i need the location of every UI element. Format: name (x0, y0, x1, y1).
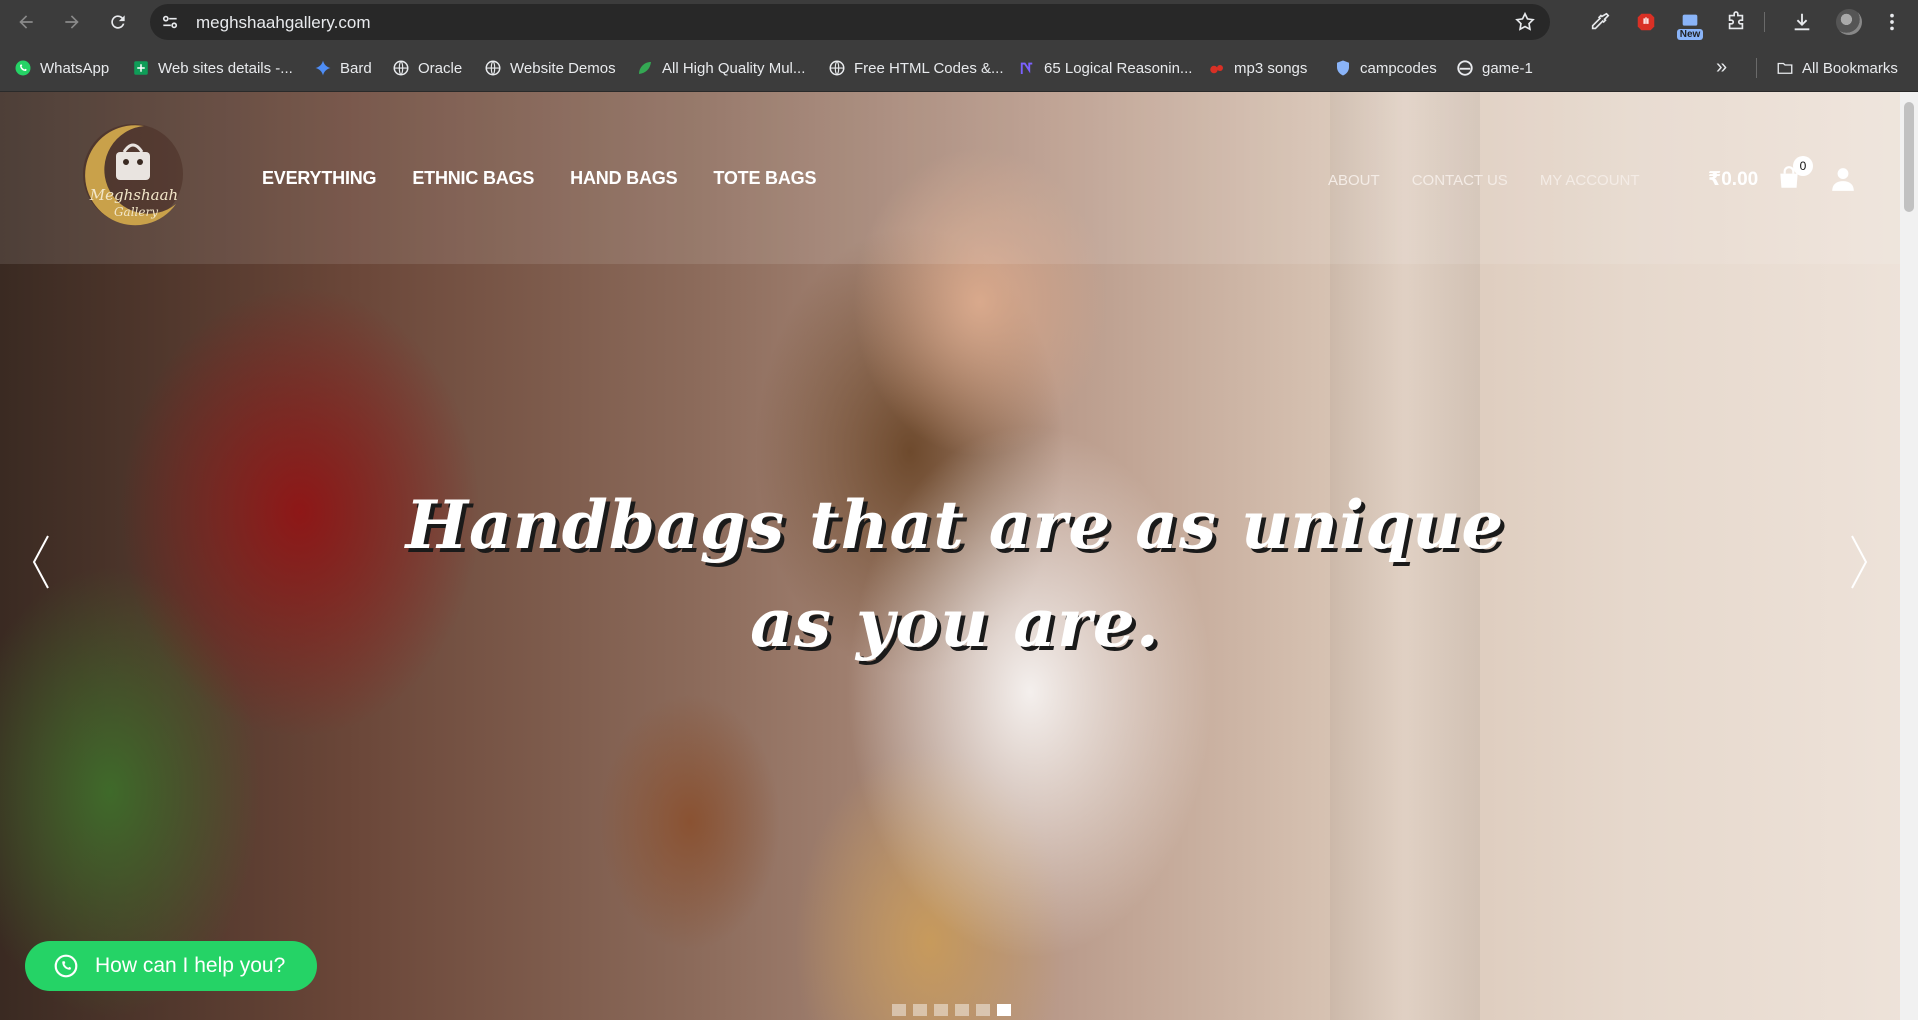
kebab-menu-icon (1890, 13, 1894, 31)
music-icon (1208, 59, 1226, 77)
bookmark-label: campcodes (1360, 59, 1437, 77)
leaf-icon (636, 59, 654, 77)
svg-text:Meghshaah: Meghshaah (89, 186, 178, 204)
bookmarks-bar: WhatsApp Web sites details -... Bard Ora… (0, 44, 1918, 92)
site-info-icon[interactable] (160, 12, 180, 32)
slider-dot[interactable] (976, 1004, 990, 1016)
slider-dot[interactable] (913, 1004, 927, 1016)
bookmark-label: Oracle (418, 59, 463, 77)
whatsapp-icon (54, 954, 78, 978)
bookmark-label: Free HTML Codes &... (854, 59, 1004, 77)
bookmark-label: Website Demos (510, 59, 616, 77)
whatsapp-icon (14, 59, 32, 77)
bookmark-mp3-songs[interactable]: mp3 songs (1208, 56, 1307, 80)
adblock-extension[interactable] (1632, 8, 1660, 36)
bookmark-all-high-quality[interactable]: All High Quality Mul... (636, 56, 805, 80)
hero-caption: Handbags that are as unique as you are. (400, 476, 1510, 672)
profile-avatar[interactable] (1836, 9, 1862, 35)
cart-count-badge: 0 (1793, 156, 1813, 176)
bookmark-campcodes[interactable]: campcodes (1334, 56, 1437, 80)
slider-pagination (892, 1004, 1011, 1016)
folder-icon (1776, 59, 1794, 77)
eyedropper-icon (1591, 12, 1610, 30)
reload-button[interactable] (102, 6, 134, 38)
arrow-left-icon (19, 15, 33, 29)
arrow-right-icon (65, 15, 79, 29)
scrollbar-thumb[interactable] (1904, 102, 1914, 212)
bookmark-label: Web sites details -... (158, 59, 293, 77)
user-account-icon[interactable] (1830, 166, 1856, 192)
nav-ethnic-bags[interactable]: ETHNIC BAGS (412, 168, 534, 189)
more-bookmarks-button[interactable]: » (1716, 56, 1727, 79)
bookmark-free-html-codes[interactable]: Free HTML Codes &... (828, 56, 1004, 80)
extensions-button[interactable] (1722, 8, 1750, 36)
all-bookmarks-button[interactable]: All Bookmarks (1776, 56, 1898, 80)
bard-icon (314, 59, 332, 77)
bookmark-label: 65 Logical Reasonin... (1044, 59, 1193, 77)
star-icon[interactable] (1514, 11, 1536, 33)
eyedropper-extension[interactable] (1586, 8, 1614, 36)
downloads-button[interactable] (1788, 8, 1816, 36)
slider-dot[interactable] (892, 1004, 906, 1016)
nav-contact-us[interactable]: CONTACT US (1412, 172, 1508, 189)
bookmark-oracle[interactable]: Oracle (392, 56, 462, 80)
new-badge: New (1676, 29, 1704, 40)
globe-icon (392, 59, 410, 77)
hero-caption-line-1: Handbags that are as unique (405, 486, 1505, 564)
bookmark-label: Bard (340, 59, 372, 77)
menu-button[interactable] (1878, 8, 1906, 36)
nav-my-account[interactable]: MY ACCOUNT (1540, 172, 1640, 189)
web-page: Meghshaah Gallery EVERYTHING ETHNIC BAGS… (0, 92, 1918, 1020)
download-icon (1794, 13, 1810, 31)
bookmark-whatsapp[interactable]: WhatsApp (14, 56, 109, 80)
n-icon (1018, 59, 1036, 77)
bookmark-bard[interactable]: Bard (314, 56, 372, 80)
whatsapp-chat-label: How can I help you? (95, 954, 286, 977)
forward-button[interactable] (56, 6, 88, 38)
nav-about[interactable]: ABOUT (1328, 172, 1380, 189)
nav-hand-bags[interactable]: HAND BAGS (570, 168, 677, 189)
back-button[interactable] (10, 6, 42, 38)
nav-tote-bags[interactable]: TOTE BAGS (713, 168, 816, 189)
globe-icon (828, 59, 846, 77)
bookmarks-divider (1756, 58, 1757, 78)
bookmark-label: game-1 (1482, 59, 1533, 77)
hero-caption-line-2: as you are. (750, 584, 1160, 662)
svg-text:Gallery: Gallery (114, 205, 158, 219)
new-extension[interactable]: New (1676, 8, 1704, 40)
slider-next-arrow-icon[interactable] (1846, 532, 1872, 592)
page-scrollbar[interactable] (1900, 92, 1918, 1020)
edge-icon (1456, 59, 1474, 77)
globe-icon (484, 59, 502, 77)
nav-everything[interactable]: EVERYTHING (262, 168, 377, 189)
reload-icon (111, 15, 125, 29)
address-bar[interactable]: meghshaahgallery.com (150, 4, 1550, 40)
bookmark-game-1[interactable]: game-1 (1456, 56, 1533, 80)
main-navigation: EVERYTHING ETHNIC BAGS HAND BAGS TOTE BA… (262, 168, 816, 189)
secondary-navigation: ABOUT CONTACT US MY ACCOUNT (1328, 172, 1640, 189)
bookmark-label: WhatsApp (40, 59, 110, 77)
cart-total[interactable]: ₹0.00 (1708, 168, 1758, 191)
bookmark-label: All High Quality Mul... (662, 59, 806, 77)
slider-dot-active[interactable] (997, 1004, 1011, 1016)
bookmark-web-sites-details[interactable]: Web sites details -... (132, 56, 293, 80)
all-bookmarks-label: All Bookmarks (1802, 59, 1898, 77)
browser-toolbar: meghshaahgallery.com New (0, 0, 1918, 44)
hand-stop-icon (1637, 13, 1655, 31)
puzzle-icon (1728, 11, 1744, 30)
whatsapp-chat-button[interactable]: How can I help you? (25, 941, 317, 991)
sheets-icon (132, 59, 150, 77)
url-text[interactable]: meghshaahgallery.com (196, 13, 371, 33)
slider-prev-arrow-icon[interactable] (28, 532, 54, 592)
slider-dot[interactable] (955, 1004, 969, 1016)
shield-icon (1334, 59, 1352, 77)
bookmark-logical-reasoning[interactable]: 65 Logical Reasonin... (1018, 56, 1192, 80)
toolbar-divider (1764, 12, 1765, 32)
slider-dot[interactable] (934, 1004, 948, 1016)
site-logo[interactable]: Meghshaah Gallery (74, 112, 192, 232)
bookmark-website-demos[interactable]: Website Demos (484, 56, 616, 80)
bookmark-label: mp3 songs (1234, 59, 1308, 77)
